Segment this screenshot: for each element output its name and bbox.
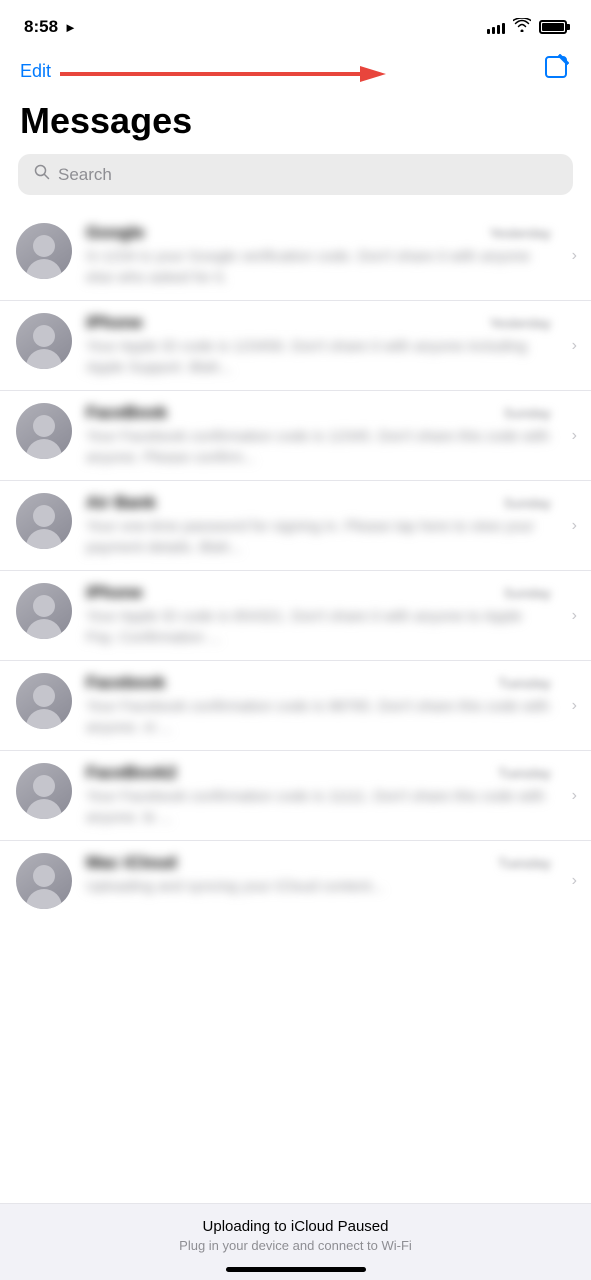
contact-name: iPhone: [86, 313, 481, 333]
search-icon: [34, 164, 50, 185]
message-preview: Uploading and syncing your iCloud conten…: [86, 876, 551, 897]
messages-list: Google Yesterday G-1234 is your Google v…: [0, 211, 591, 921]
list-item[interactable]: Facebook Tuesday Your Facebook confirmat…: [0, 661, 591, 751]
page-title: Messages: [0, 96, 591, 154]
message-content: iPhone Yesterday Your Apple ID code is 1…: [86, 313, 575, 378]
message-content: Google Yesterday G-1234 is your Google v…: [86, 223, 575, 288]
status-bar: 8:58 ►: [0, 0, 591, 50]
list-item[interactable]: Air Bank Sunday Your one-time password f…: [0, 481, 591, 571]
avatar: [16, 583, 72, 639]
avatar: [16, 763, 72, 819]
message-time: Tuesday: [498, 765, 551, 781]
wifi-icon: [513, 18, 531, 36]
avatar: [16, 673, 72, 729]
battery-icon: [539, 20, 567, 34]
status-icons: [487, 18, 567, 36]
bottom-notification: Uploading to iCloud Paused Plug in your …: [0, 1203, 591, 1280]
contact-name: Mac iCloud: [86, 853, 490, 873]
avatar: [16, 313, 72, 369]
edit-button[interactable]: Edit: [20, 61, 51, 82]
chevron-icon: ›: [572, 787, 577, 805]
message-time: Sunday: [504, 405, 551, 421]
status-time: 8:58 ►: [24, 17, 77, 37]
signal-bars: [487, 20, 505, 34]
message-time: Sunday: [504, 495, 551, 511]
nav-bar: Edit: [0, 50, 591, 96]
search-bar[interactable]: Search: [18, 154, 573, 195]
list-item[interactable]: Google Yesterday G-1234 is your Google v…: [0, 211, 591, 301]
contact-name: Air Bank: [86, 493, 496, 513]
signal-bar-3: [497, 25, 500, 34]
message-preview: G-1234 is your Google verification code.…: [86, 246, 551, 288]
contact-name: FaceBook2: [86, 763, 490, 783]
chevron-icon: ›: [572, 517, 577, 535]
search-container: Search: [0, 154, 591, 211]
signal-bar-4: [502, 23, 505, 34]
message-time: Tuesday: [498, 675, 551, 691]
contact-name: Facebook: [86, 673, 490, 693]
chevron-icon: ›: [572, 607, 577, 625]
notification-title: Uploading to iCloud Paused: [20, 1218, 571, 1235]
signal-bar-2: [492, 27, 495, 34]
list-item[interactable]: iPhone Sunday Your Apple ID code is 6543…: [0, 571, 591, 661]
chevron-icon: ›: [572, 427, 577, 445]
avatar: [16, 403, 72, 459]
message-content: iPhone Sunday Your Apple ID code is 6543…: [86, 583, 575, 648]
message-content: Mac iCloud Tuesday Uploading and syncing…: [86, 853, 575, 897]
list-item[interactable]: FaceBook2 Tuesday Your Facebook confirma…: [0, 751, 591, 841]
contact-name: FaceBook: [86, 403, 496, 423]
avatar: [16, 493, 72, 549]
message-time: Yesterday: [489, 315, 551, 331]
location-icon: ►: [64, 20, 77, 35]
message-preview: Your Facebook confirmation code is 11111…: [86, 786, 551, 828]
message-preview: Your one-time password for signing in. P…: [86, 516, 551, 558]
red-arrow: [60, 62, 390, 86]
signal-bar-1: [487, 29, 490, 34]
list-item[interactable]: FaceBook Sunday Your Facebook confirmati…: [0, 391, 591, 481]
avatar: [16, 223, 72, 279]
home-indicator: [226, 1267, 366, 1272]
message-content: Facebook Tuesday Your Facebook confirmat…: [86, 673, 575, 738]
search-placeholder: Search: [58, 165, 112, 185]
chevron-icon: ›: [572, 247, 577, 265]
message-time: Tuesday: [498, 855, 551, 871]
message-preview: Your Facebook confirmation code is 12345…: [86, 426, 551, 468]
message-preview: Your Apple ID code is 654321. Don't shar…: [86, 606, 551, 648]
list-item[interactable]: iPhone Yesterday Your Apple ID code is 1…: [0, 301, 591, 391]
message-content: Air Bank Sunday Your one-time password f…: [86, 493, 575, 558]
contact-name: iPhone: [86, 583, 496, 603]
message-preview: Your Facebook confirmation code is 98765…: [86, 696, 551, 738]
chevron-icon: ›: [572, 872, 577, 890]
compose-button[interactable]: [543, 54, 571, 88]
message-preview: Your Apple ID code is 123456. Don't shar…: [86, 336, 551, 378]
notification-subtitle: Plug in your device and connect to Wi-Fi: [20, 1238, 571, 1253]
message-content: FaceBook2 Tuesday Your Facebook confirma…: [86, 763, 575, 828]
chevron-icon: ›: [572, 337, 577, 355]
message-time: Sunday: [504, 585, 551, 601]
avatar: [16, 853, 72, 909]
message-time: Yesterday: [489, 225, 551, 241]
time-display: 8:58: [24, 17, 58, 37]
message-content: FaceBook Sunday Your Facebook confirmati…: [86, 403, 575, 468]
list-item[interactable]: Mac iCloud Tuesday Uploading and syncing…: [0, 841, 591, 921]
contact-name: Google: [86, 223, 481, 243]
chevron-icon: ›: [572, 697, 577, 715]
